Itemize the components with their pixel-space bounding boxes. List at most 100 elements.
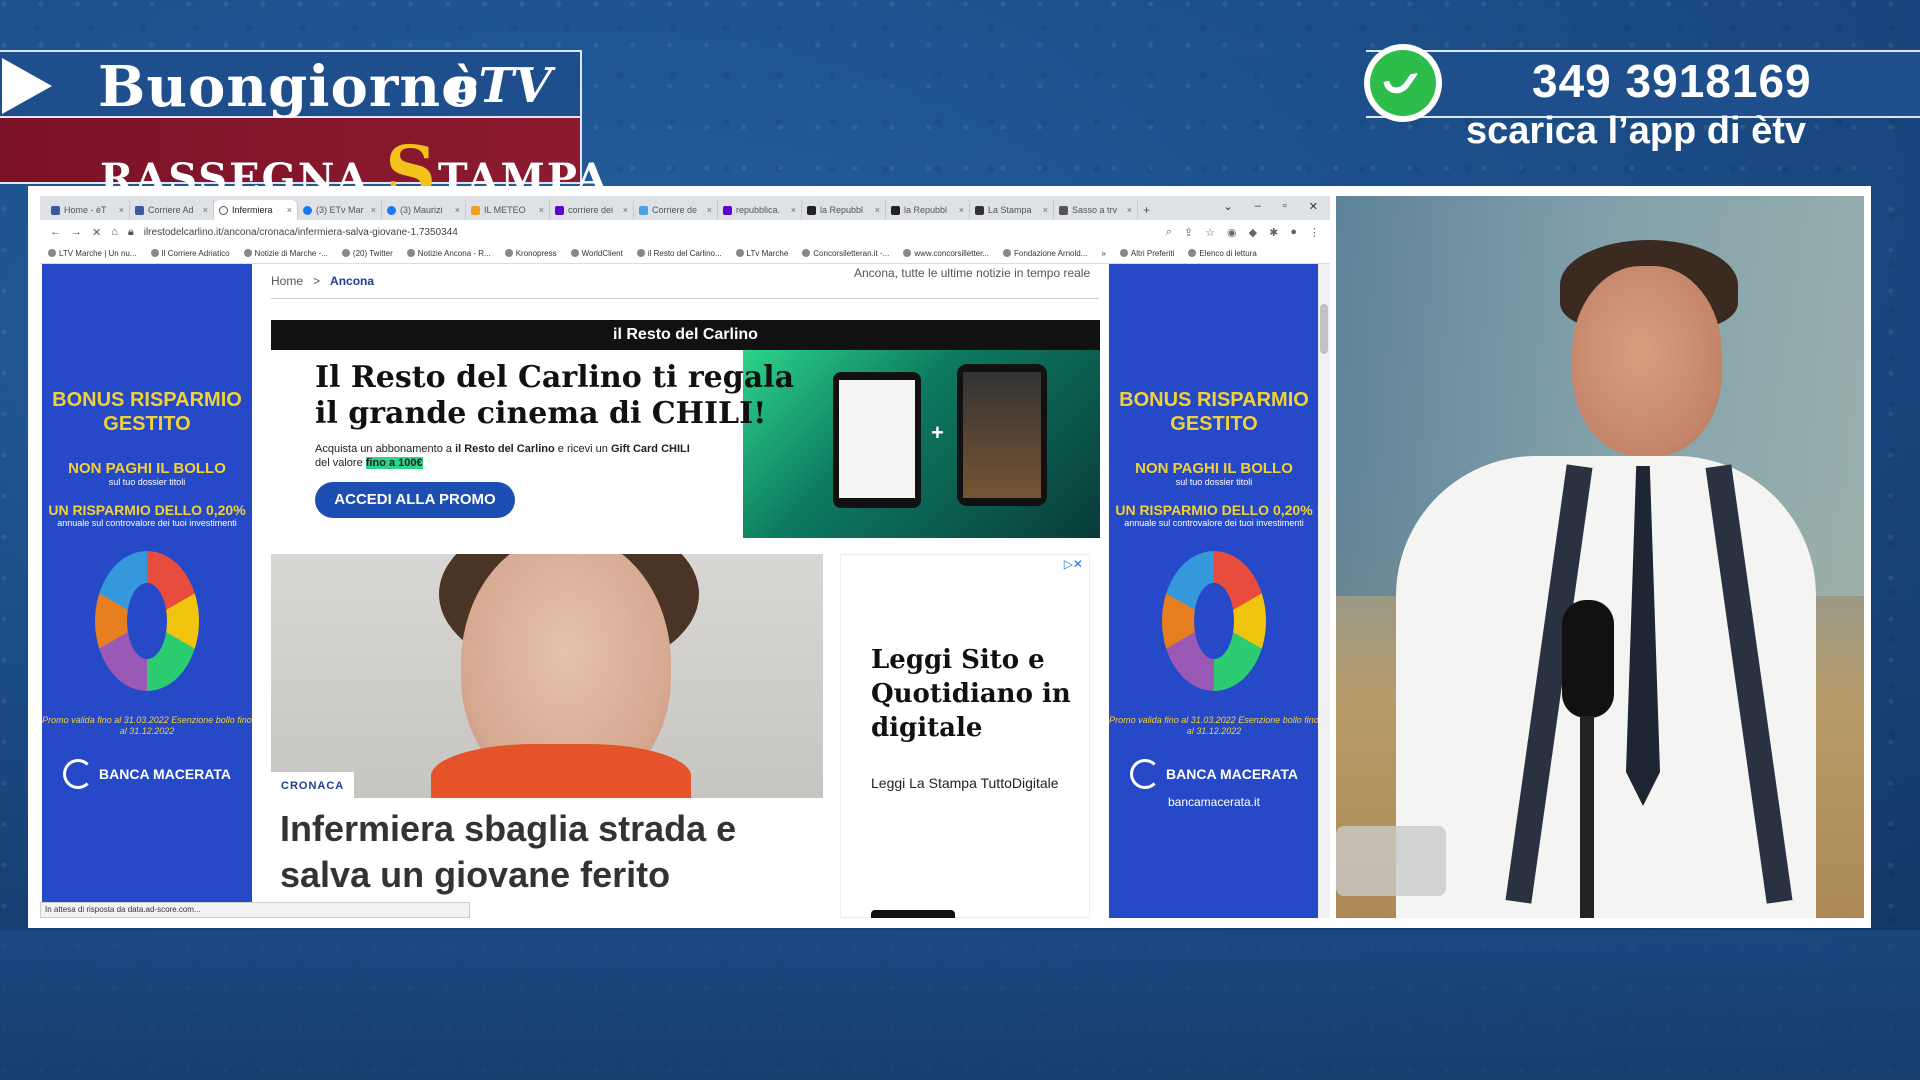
breadcrumb-home[interactable]: Home <box>271 274 303 288</box>
close-window-icon[interactable]: ✕ <box>1309 200 1318 213</box>
bookmark-item[interactable]: LTV Marche | Un nu... <box>48 249 137 258</box>
bookmark-item[interactable]: WorldClient <box>571 249 623 258</box>
browser-tab[interactable]: Corriere de × <box>634 200 718 220</box>
loading-icon <box>219 205 228 215</box>
ad-headline: BONUS RISPARMIO GESTITO <box>52 389 242 435</box>
ad-point: NON PAGHI IL BOLLO <box>68 460 226 477</box>
bookmark-folder[interactable]: Altri Preferiti <box>1120 249 1175 258</box>
minimize-icon[interactable]: – <box>1255 200 1261 213</box>
stop-icon[interactable]: ✕ <box>92 226 101 239</box>
zoom-icon[interactable]: ⌕ <box>1166 226 1172 239</box>
close-tab-icon[interactable]: × <box>203 205 208 215</box>
banner-brand: il Resto del Carlino <box>271 320 1100 350</box>
browser-tab[interactable]: la Repubbl × <box>886 200 970 220</box>
ad-point: UN RISPARMIO DELLO 0,20% <box>48 502 246 518</box>
ad-headline: BONUS RISPARMIO GESTITO <box>1119 389 1309 435</box>
bookmark-item[interactable]: (20) Twitter <box>342 249 393 258</box>
app-download-text: scarica l’app di ètv <box>1466 110 1807 152</box>
close-tab-icon[interactable]: × <box>371 205 376 215</box>
ad-point-detail: annuale sul controvalore dei tuoi invest… <box>57 518 237 528</box>
close-tab-icon[interactable]: × <box>875 205 880 215</box>
back-icon[interactable]: ← <box>50 226 61 238</box>
toolbar-icons: ⌕ ⇪ ☆ ◉ ◆ ✱ ● ⋮ <box>1166 226 1320 239</box>
bank-url: bancamacerata.it <box>1167 795 1261 809</box>
adchoices-icon[interactable]: ▷✕ <box>1064 557 1083 571</box>
side-ad-right[interactable]: BONUS RISPARMIO GESTITO NON PAGHI IL BOL… <box>1109 264 1319 918</box>
forward-icon[interactable]: → <box>71 226 82 238</box>
promo-banner[interactable]: il Resto del Carlino Il Resto del Carlin… <box>271 320 1100 538</box>
bookmarks-overflow-icon[interactable]: » <box>1101 249 1105 258</box>
star-icon[interactable]: ☆ <box>1205 226 1215 239</box>
browser-toolbar: ← → ✕ ⌂ 🔒︎ ilrestodelcarlino.it/ancona/c… <box>40 220 1330 244</box>
close-tab-icon[interactable]: × <box>1043 205 1048 215</box>
browser-tab[interactable]: (3) Maurizi × <box>382 200 466 220</box>
close-tab-icon[interactable]: × <box>959 205 964 215</box>
close-tab-icon[interactable]: × <box>707 205 712 215</box>
browser-tab-active[interactable]: Infermiera × <box>214 200 298 220</box>
browser-tab[interactable]: la Repubbl × <box>802 200 886 220</box>
bookmark-item[interactable]: Fondazione Arnold... <box>1003 249 1087 258</box>
scrollbar[interactable] <box>1318 264 1330 918</box>
ad-point-detail: sul tuo dossier titoli <box>1175 477 1253 487</box>
article-category[interactable]: CRONACA <box>271 772 355 800</box>
bookmark-item[interactable]: Concorsiletteran.it -... <box>802 249 889 258</box>
close-tab-icon[interactable]: × <box>287 205 292 215</box>
close-tab-icon[interactable]: × <box>1127 205 1132 215</box>
right-ad[interactable]: ▷✕ Leggi Sito e Quotidiano in digitale L… <box>840 554 1090 918</box>
browser-tab[interactable]: IL METEO × <box>466 200 550 220</box>
yahoo-icon <box>723 205 732 215</box>
ad-point: UN RISPARMIO DELLO 0,20% <box>1115 502 1313 518</box>
browser-tab[interactable]: Corriere Ad × <box>130 200 214 220</box>
share-icon[interactable]: ⇪ <box>1184 226 1193 239</box>
breadcrumb: Home > Ancona <box>271 274 375 288</box>
close-tab-icon[interactable]: × <box>791 205 796 215</box>
extension-icon[interactable]: ◉ <box>1227 226 1237 239</box>
promo-cta-button[interactable]: ACCEDI ALLA PROMO <box>315 482 515 518</box>
home-icon[interactable]: ⌂ <box>111 226 118 238</box>
close-tab-icon[interactable]: × <box>623 205 628 215</box>
ad-point: NON PAGHI IL BOLLO <box>1135 460 1293 477</box>
bookmark-item[interactable]: www.concorsilletter... <box>903 249 989 258</box>
weather-icon <box>471 205 480 215</box>
facebook-icon <box>303 205 312 215</box>
bookmark-item[interactable]: Il Corriere Adriatico <box>151 249 230 258</box>
maximize-icon[interactable]: ▫ <box>1283 200 1287 213</box>
bank-logo: BANCA MACERATA <box>42 759 252 789</box>
new-tab-button[interactable]: + <box>1138 200 1162 220</box>
segment-title-bar: RASSEGNA STAMPA <box>0 118 607 213</box>
lock-icon[interactable]: 🔒︎ <box>128 226 134 239</box>
scrollbar-thumb[interactable] <box>1320 304 1328 354</box>
browser-tab[interactable]: corriere dei × <box>550 200 634 220</box>
divider <box>271 298 1099 299</box>
reading-list[interactable]: Elenco di lettura <box>1188 249 1256 258</box>
browser-tab[interactable]: (3) ETv Mar × <box>298 200 382 220</box>
bookmark-item[interactable]: Notizie di Marche -... <box>244 249 328 258</box>
extension-icon[interactable]: ◆ <box>1249 226 1257 239</box>
close-tab-icon[interactable]: × <box>455 205 460 215</box>
window-controls: ⌄ – ▫ ✕ <box>1212 200 1330 217</box>
section-tagline: Ancona, tutte le ultime notizie in tempo… <box>854 266 1091 280</box>
close-tab-icon[interactable]: × <box>119 205 124 215</box>
tab-search-icon[interactable]: ⌄ <box>1224 200 1233 213</box>
bookmark-item[interactable]: LTv Marche <box>736 249 789 258</box>
bookmark-item[interactable]: il Resto del Carlino... <box>637 249 722 258</box>
browser-tab[interactable]: repubblica. × <box>718 200 802 220</box>
close-tab-icon[interactable]: × <box>539 205 544 215</box>
bank-logo-icon <box>63 759 94 789</box>
bookmark-item[interactable]: Notizie Ancona - R... <box>407 249 491 258</box>
breadcrumb-current[interactable]: Ancona <box>330 274 374 288</box>
right-ad-button[interactable] <box>871 910 955 918</box>
browser-tab[interactable]: Home - èT × <box>46 200 130 220</box>
ad-point-detail: sul tuo dossier titoli <box>108 477 186 487</box>
address-bar[interactable]: ilrestodelcarlino.it/ancona/cronaca/infe… <box>144 227 458 238</box>
browser-tab[interactable]: La Stampa × <box>970 200 1054 220</box>
side-ad-left[interactable]: BONUS RISPARMIO GESTITO NON PAGHI IL BOL… <box>42 264 252 918</box>
profile-icon[interactable]: ● <box>1290 226 1297 239</box>
puzzle-icon[interactable]: ✱ <box>1269 226 1278 239</box>
status-bar: In attesa di risposta da data.ad-score.c… <box>40 902 470 918</box>
article-headline[interactable]: Infermiera sbaglia strada e salva un gio… <box>280 806 820 898</box>
article-image[interactable] <box>271 554 823 798</box>
bookmark-item[interactable]: Kronopress <box>505 249 557 258</box>
browser-tab[interactable]: Sasso a trv × <box>1054 200 1138 220</box>
menu-icon[interactable]: ⋮ <box>1309 226 1320 239</box>
